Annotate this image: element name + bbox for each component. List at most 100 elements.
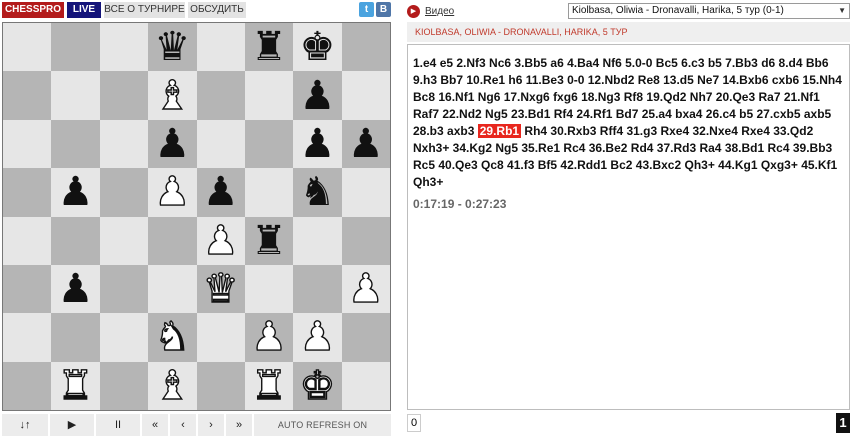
black-rook-icon[interactable]: ♜ xyxy=(251,221,287,261)
square-h6[interactable]: ♟ xyxy=(341,119,390,169)
square-g8[interactable]: ♚ xyxy=(293,23,342,72)
square-g6[interactable]: ♟ xyxy=(293,119,342,169)
white-king-icon[interactable]: ♚ xyxy=(299,365,336,406)
square-c6[interactable] xyxy=(99,119,149,169)
square-d5[interactable]: ♟ xyxy=(148,168,197,217)
square-c4[interactable] xyxy=(99,216,149,265)
square-g7[interactable]: ♟ xyxy=(293,71,342,120)
square-a1[interactable] xyxy=(3,361,52,410)
square-e2[interactable] xyxy=(196,313,245,362)
square-d8[interactable]: ♛ xyxy=(148,23,197,72)
play-circle-icon[interactable]: ▶ xyxy=(407,4,420,18)
square-d6[interactable]: ♟ xyxy=(148,119,197,169)
square-h2[interactable] xyxy=(341,313,390,362)
prev-move-button[interactable]: ‹ xyxy=(170,414,196,436)
chess-board[interactable]: ♛ ♜ ♚ ♝ ♟ ♟ ♟ ♟ ♟ ♟ ♟ ♞ ♟ ♜ ♟ ♛ ♟ ♞ ♟ ♟ ♜ ♝ ♜ ♚ xyxy=(2,22,391,411)
square-f7[interactable] xyxy=(244,71,294,120)
white-pawn-icon[interactable]: ♟ xyxy=(299,317,336,358)
pause-button[interactable]: II xyxy=(96,414,140,436)
white-rook-icon[interactable]: ♜ xyxy=(250,365,287,406)
square-f4[interactable]: ♜ xyxy=(244,216,294,265)
square-c2[interactable] xyxy=(99,313,149,362)
comment-counter-right[interactable]: 1 xyxy=(836,413,850,433)
black-pawn-icon[interactable]: ♟ xyxy=(348,124,384,164)
square-d3[interactable] xyxy=(148,264,197,314)
square-b2[interactable] xyxy=(51,313,100,362)
square-f2[interactable]: ♟ xyxy=(244,313,294,362)
square-a2[interactable] xyxy=(3,313,52,362)
white-bishop-icon[interactable]: ♝ xyxy=(154,75,191,116)
vk-icon[interactable]: В xyxy=(376,2,391,17)
current-move-highlight[interactable]: 29.Rb1 xyxy=(477,124,522,138)
black-pawn-icon[interactable]: ♟ xyxy=(300,76,336,116)
tournament-info-tab[interactable]: ВСЕ О ТУРНИРЕ xyxy=(104,2,185,18)
black-queen-icon[interactable]: ♛ xyxy=(154,27,190,67)
square-h4[interactable] xyxy=(341,216,390,265)
square-a6[interactable] xyxy=(3,119,52,169)
square-e4[interactable]: ♟ xyxy=(196,216,245,265)
square-h5[interactable] xyxy=(341,168,390,217)
square-e5[interactable]: ♟ xyxy=(196,168,245,217)
move-list[interactable]: 1.e4 e5 2.Nf3 Nc6 3.Bb5 a6 4.Ba4 Nf6 5.0… xyxy=(413,55,845,191)
square-b1[interactable]: ♜ xyxy=(51,361,100,410)
square-b8[interactable] xyxy=(51,23,100,72)
game-select-dropdown[interactable]: Kiolbasa, Oliwia - Dronavalli, Harika, 5… xyxy=(568,3,850,19)
white-pawn-icon[interactable]: ♟ xyxy=(202,220,239,261)
square-d1[interactable]: ♝ xyxy=(148,361,197,410)
square-d7[interactable]: ♝ xyxy=(148,71,197,120)
chesspro-logo-tab[interactable]: CHESSPRO xyxy=(2,2,64,18)
square-b5[interactable]: ♟ xyxy=(51,168,100,217)
square-e1[interactable] xyxy=(196,361,245,410)
last-move-button[interactable]: » xyxy=(226,414,252,436)
white-pawn-icon[interactable]: ♟ xyxy=(347,268,384,309)
black-king-icon[interactable]: ♚ xyxy=(300,27,336,67)
square-e7[interactable] xyxy=(196,71,245,120)
square-g4[interactable] xyxy=(293,216,342,265)
square-g1[interactable]: ♚ xyxy=(293,361,342,410)
white-bishop-icon[interactable]: ♝ xyxy=(154,365,191,406)
square-d4[interactable] xyxy=(148,216,197,265)
square-f5[interactable] xyxy=(244,168,294,217)
auto-refresh-toggle[interactable]: AUTO REFRESH ON xyxy=(254,414,391,436)
square-a4[interactable] xyxy=(3,216,52,265)
square-f6[interactable] xyxy=(244,119,294,169)
square-h3[interactable]: ♟ xyxy=(341,264,390,314)
white-rook-icon[interactable]: ♜ xyxy=(57,365,94,406)
moves-after[interactable]: Rh4 30.Rxb3 Rff4 31.g3 Rxe4 32.Nxe4 Rxe4… xyxy=(413,124,837,189)
square-c5[interactable] xyxy=(99,168,149,217)
black-pawn-icon[interactable]: ♟ xyxy=(203,172,239,212)
discuss-tab[interactable]: ОБСУДИТЬ xyxy=(188,2,246,18)
square-a7[interactable] xyxy=(3,71,52,120)
square-e6[interactable] xyxy=(196,119,245,169)
square-g2[interactable]: ♟ xyxy=(293,313,342,362)
video-link[interactable]: Видео xyxy=(425,6,454,17)
square-f1[interactable]: ♜ xyxy=(244,361,294,410)
twitter-icon[interactable]: t xyxy=(359,2,374,17)
square-c8[interactable] xyxy=(99,23,149,72)
square-h1[interactable] xyxy=(341,361,390,410)
square-a3[interactable] xyxy=(3,264,52,314)
flip-board-button[interactable]: ↓↑ xyxy=(2,414,48,436)
next-move-button[interactable]: › xyxy=(198,414,224,436)
square-b4[interactable] xyxy=(51,216,100,265)
square-b3[interactable]: ♟ xyxy=(51,264,100,314)
square-h7[interactable] xyxy=(341,71,390,120)
live-tab[interactable]: LIVE xyxy=(67,2,101,18)
square-f3[interactable] xyxy=(244,264,294,314)
comment-counter-left[interactable]: 0 xyxy=(407,414,421,432)
white-knight-icon[interactable]: ♞ xyxy=(154,317,191,358)
white-pawn-icon[interactable]: ♟ xyxy=(154,172,191,213)
square-d2[interactable]: ♞ xyxy=(148,313,197,362)
black-pawn-icon[interactable]: ♟ xyxy=(58,172,94,212)
black-pawn-icon[interactable]: ♟ xyxy=(154,124,190,164)
play-button[interactable]: ▶ xyxy=(50,414,94,436)
square-b7[interactable] xyxy=(51,71,100,120)
white-pawn-icon[interactable]: ♟ xyxy=(250,317,287,358)
square-c1[interactable] xyxy=(99,361,149,410)
black-pawn-icon[interactable]: ♟ xyxy=(58,269,94,309)
move-notation-panel[interactable]: 1.e4 e5 2.Nf3 Nc6 3.Bb5 a6 4.Ba4 Nf6 5.0… xyxy=(407,44,850,410)
white-queen-icon[interactable]: ♛ xyxy=(202,268,239,309)
square-e8[interactable] xyxy=(196,23,245,72)
square-e3[interactable]: ♛ xyxy=(196,264,245,314)
black-rook-icon[interactable]: ♜ xyxy=(251,27,287,67)
